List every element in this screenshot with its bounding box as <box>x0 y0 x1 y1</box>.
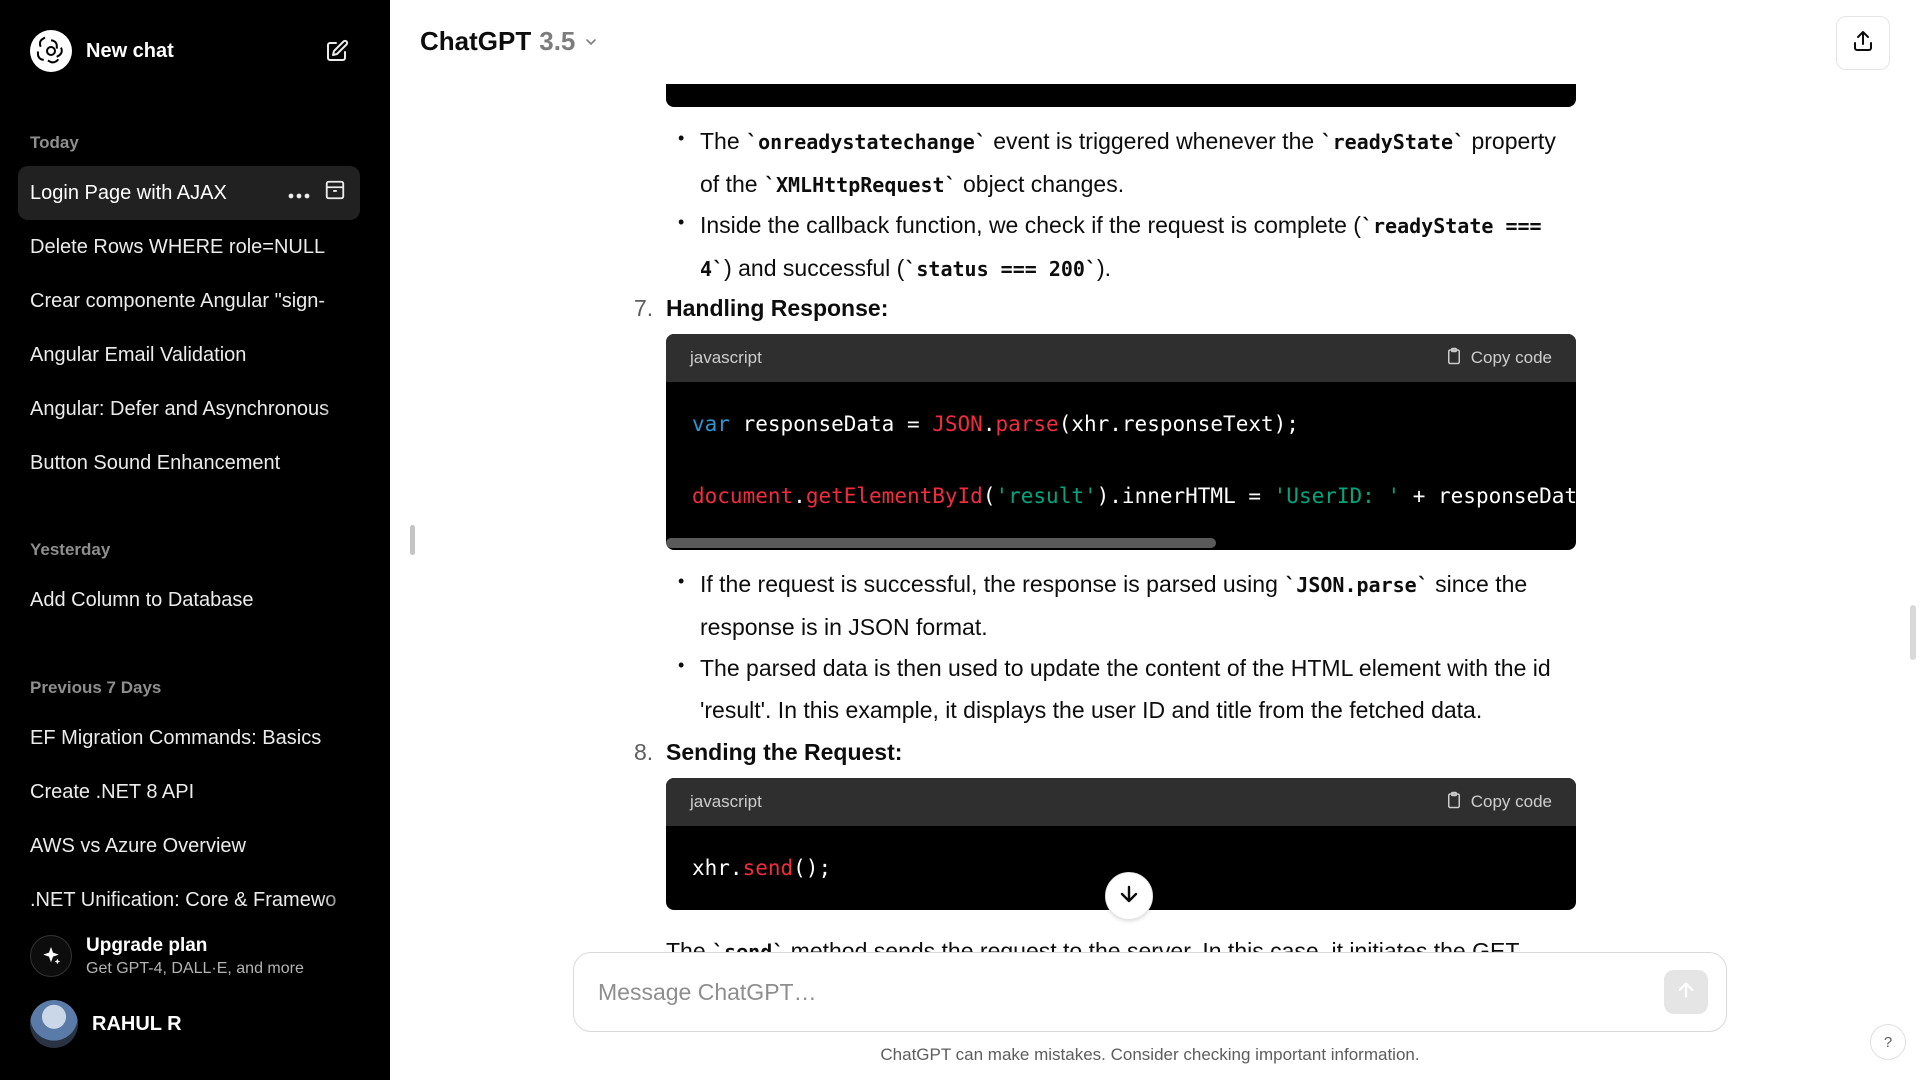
main-panel: ChatGPT 3.5 The `onreadystatechange` eve… <box>390 0 1920 1080</box>
step-8-heading: 8. Sending the Request: <box>634 739 903 765</box>
sparkle-icon <box>30 935 72 977</box>
section-yesterday: Yesterday <box>30 540 111 559</box>
clipboard-icon <box>1445 790 1463 815</box>
sidebar-item-add-column[interactable]: Add Column to Database <box>18 573 360 627</box>
disclaimer-text: ChatGPT can make mistakes. Consider chec… <box>880 1045 1420 1064</box>
sidebar-item-label: Angular Email Validation <box>30 343 247 366</box>
section-previous-7-days: Previous 7 Days <box>30 678 162 697</box>
arrow-up-icon <box>1675 979 1697 1006</box>
upgrade-plan-subtitle: Get GPT-4, DALL·E, and more <box>86 959 304 977</box>
more-options-icon[interactable] <box>288 182 310 205</box>
sidebar: New chat Today Login Page with AJAX Dele… <box>0 0 390 1080</box>
new-chat-label[interactable]: New chat <box>86 40 320 63</box>
sidebar-item-label: AWS vs Azure Overview <box>30 834 246 857</box>
code-horizontal-scrollbar[interactable] <box>666 538 1216 548</box>
help-button[interactable]: ? <box>1870 1024 1906 1060</box>
openai-logo-icon <box>30 30 72 72</box>
code-block-handling-response: javascript Copy code var responseData = … <box>666 334 1576 550</box>
user-name: RAHUL R <box>92 1012 182 1035</box>
compose-icon[interactable] <box>320 34 354 68</box>
sidebar-item-label: Button Sound Enhancement <box>30 451 281 474</box>
user-menu[interactable]: RAHUL R <box>18 996 360 1052</box>
bullet-parsed-data: The parsed data is then used to update t… <box>678 644 1580 731</box>
sidebar-item-label: Angular: Defer and Asynchronous <box>30 397 330 420</box>
upgrade-plan-button[interactable]: Upgrade plan Get GPT-4, DALL·E, and more <box>18 924 360 988</box>
sidebar-item-label: Crear componente Angular "sign- <box>30 289 326 312</box>
upgrade-plan-title: Upgrade plan <box>86 934 208 956</box>
sidebar-item-delete-rows[interactable]: Delete Rows WHERE role=NULL <box>18 220 360 274</box>
section-today: Today <box>30 133 79 152</box>
bullet-onreadystatechange: The `onreadystatechange` event is trigge… <box>678 117 1580 206</box>
new-chat-row[interactable]: New chat <box>18 22 360 80</box>
bullet-json-parse: If the request is successful, the respon… <box>678 560 1580 648</box>
sidebar-item-label: Create .NET 8 API <box>30 780 195 803</box>
copy-code-label: Copy code <box>1470 348 1552 367</box>
scroll-to-bottom-button[interactable] <box>1105 872 1153 920</box>
sidebar-item-label: Login Page with AJAX <box>30 181 227 204</box>
code-language: javascript <box>690 348 762 367</box>
send-button[interactable] <box>1664 970 1708 1014</box>
sidebar-item-create-net8[interactable]: Create .NET 8 API <box>18 765 360 819</box>
archive-icon[interactable] <box>324 179 346 207</box>
code-content: var responseData = JSON.parse(xhr.respon… <box>692 412 1576 508</box>
copy-code-button[interactable]: Copy code <box>1445 346 1552 371</box>
avatar <box>30 1000 78 1048</box>
code-block-tail <box>666 84 1576 107</box>
sidebar-item-crear-componente[interactable]: Crear componente Angular "sign- <box>18 274 360 328</box>
conversation: The `onreadystatechange` event is trigge… <box>390 0 1920 1080</box>
bullet-callback-check: Inside the callback function, we check i… <box>678 201 1580 290</box>
sidebar-item-net-unification[interactable]: .NET Unification: Core & Framewo <box>18 873 360 927</box>
arrow-down-icon <box>1117 882 1141 911</box>
message-input[interactable] <box>598 978 1664 1006</box>
sidebar-item-aws-azure[interactable]: AWS vs Azure Overview <box>18 819 360 873</box>
sidebar-item-label: .NET Unification: Core & Framewo <box>30 888 337 911</box>
sidebar-item-angular-email[interactable]: Angular Email Validation <box>18 328 360 382</box>
sidebar-item-angular-defer[interactable]: Angular: Defer and Asynchronous <box>18 382 360 436</box>
message-composer <box>573 952 1727 1032</box>
code-header: javascript Copy code <box>666 334 1576 382</box>
copy-code-button[interactable]: Copy code <box>1445 790 1552 815</box>
sidebar-item-label: Add Column to Database <box>30 588 254 611</box>
copy-code-label: Copy code <box>1470 792 1552 811</box>
sidebar-item-label: EF Migration Commands: Basics <box>30 726 322 749</box>
sidebar-item-ef-migration[interactable]: EF Migration Commands: Basics <box>18 711 360 765</box>
code-language: javascript <box>690 792 762 811</box>
step-7-heading: 7. Handling Response: <box>634 295 889 321</box>
partial-paragraph: The `send` method sends the request to t… <box>666 938 1520 954</box>
sidebar-item-button-sound[interactable]: Button Sound Enhancement <box>18 436 360 490</box>
sidebar-item-label: Delete Rows WHERE role=NULL <box>30 235 326 258</box>
sidebar-item-login-page[interactable]: Login Page with AJAX <box>18 166 360 220</box>
code-header: javascript Copy code <box>666 778 1576 826</box>
clipboard-icon <box>1445 346 1463 371</box>
